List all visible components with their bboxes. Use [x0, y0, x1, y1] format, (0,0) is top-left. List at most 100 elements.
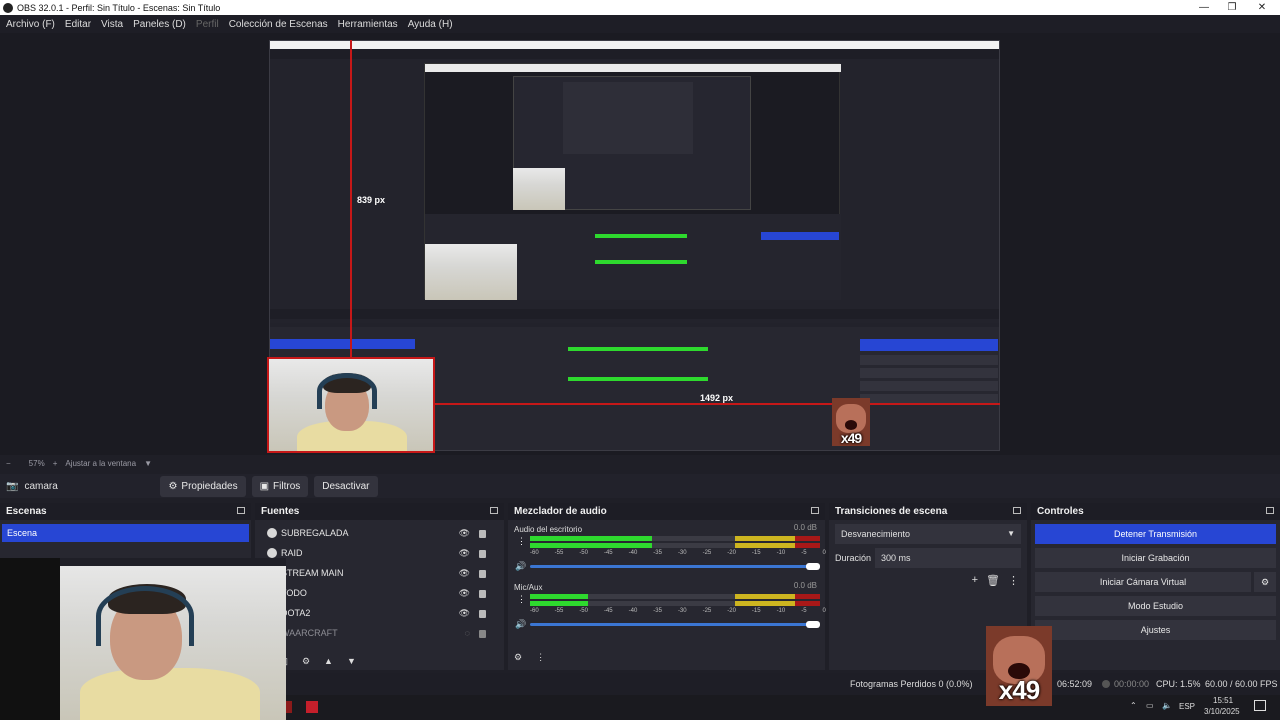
deactivate-label: Desactivar: [322, 480, 370, 492]
network-icon[interactable]: ▭: [1146, 701, 1154, 710]
menu-herramientas[interactable]: Herramientas: [338, 19, 398, 30]
properties-button[interactable]: ⚙ Propiedades: [160, 475, 246, 497]
source-item-todo[interactable]: TODO 👁: [255, 583, 504, 603]
source-item-raid[interactable]: RAID 👁: [255, 543, 504, 563]
chevron-up-icon[interactable]: ▲: [324, 656, 333, 666]
channel-menu-icon[interactable]: ⋮: [517, 536, 526, 547]
menu-editar[interactable]: Editar: [65, 19, 91, 30]
lock-icon[interactable]: [479, 630, 486, 638]
undock-icon[interactable]: [811, 507, 819, 514]
eye-icon[interactable]: 👁: [459, 528, 470, 539]
channel-name: Mic/Aux: [514, 583, 543, 592]
record-icon: [1102, 680, 1110, 688]
nested-preview: [424, 63, 841, 300]
menu-vista[interactable]: Vista: [101, 19, 123, 30]
menu-ayuda[interactable]: Ayuda (H): [408, 19, 453, 30]
clock-time[interactable]: 15:51: [1213, 696, 1233, 705]
eye-icon[interactable]: 👁: [459, 608, 470, 619]
lock-icon[interactable]: [479, 550, 486, 558]
duration-row: Duración 300 ms: [835, 548, 1021, 568]
taskbar-app-icon[interactable]: [306, 701, 318, 713]
volume-slider-handle[interactable]: [806, 621, 820, 628]
controls-dock-title: Controles: [1031, 503, 1280, 520]
mixer-dock-title: Mezclador de audio: [508, 503, 825, 520]
eye-icon[interactable]: 👁: [459, 568, 470, 579]
gear-icon[interactable]: ⚙: [302, 656, 310, 667]
start-virtual-cam-button[interactable]: Iniciar Cámara Virtual: [1035, 572, 1251, 592]
mixer-menu-icon[interactable]: ⋮: [536, 652, 545, 663]
restore-icon[interactable]: ❐: [1216, 0, 1248, 15]
close-icon[interactable]: ✕: [1246, 0, 1278, 15]
speaker-icon[interactable]: 🔊: [515, 561, 526, 572]
tray-chevron-icon[interactable]: ⌃: [1130, 701, 1137, 710]
studio-mode-button[interactable]: Modo Estudio: [1035, 596, 1276, 616]
menu-icon[interactable]: ⋮: [1008, 574, 1019, 587]
duration-input[interactable]: 300 ms: [875, 548, 1021, 568]
preview-camera-source[interactable]: [267, 357, 435, 453]
controls-dock: Controles Detener Transmisión Iniciar Gr…: [1031, 503, 1280, 670]
menu-coleccion-escenas[interactable]: Colección de Escenas: [229, 19, 328, 30]
settings-button[interactable]: Ajustes: [1035, 620, 1276, 640]
nested-title-bar: [270, 41, 999, 49]
chevron-down-icon: ▼: [1007, 529, 1015, 538]
obs-app-icon: [3, 2, 13, 13]
zoom-in-button[interactable]: +: [53, 459, 58, 468]
eye-icon[interactable]: 👁: [459, 588, 470, 599]
source-label: SUBREGALADA: [281, 528, 349, 538]
filters-button[interactable]: ▣ Filtros: [251, 475, 309, 497]
volume-slider[interactable]: [530, 565, 820, 568]
undock-icon[interactable]: [1013, 507, 1021, 514]
source-item-dota2[interactable]: DOTA2 👁: [255, 603, 504, 623]
rec-time: 00:00:00: [1114, 679, 1150, 689]
menu-archivo[interactable]: Archivo (F): [6, 19, 55, 30]
language-indicator[interactable]: ESP: [1179, 702, 1195, 711]
menu-paneles[interactable]: Paneles (D): [133, 19, 186, 30]
sources-toolbar: ▯ ⚙ ▲ ▼: [255, 652, 504, 670]
source-item-subregalada[interactable]: SUBREGALADA 👁: [255, 523, 504, 543]
source-label: WAARCRAFT: [281, 628, 338, 638]
transition-select[interactable]: Desvanecimiento ▼: [835, 524, 1021, 544]
channel-menu-icon[interactable]: ⋮: [517, 594, 526, 605]
eye-hidden-icon[interactable]: ◌: [465, 628, 470, 638]
lock-icon[interactable]: [479, 530, 486, 538]
transitions-dock-title: Transiciones de escena: [829, 503, 1027, 520]
lock-icon[interactable]: [479, 570, 486, 578]
scene-item[interactable]: Escena: [2, 524, 249, 542]
volume-icon[interactable]: 🔈: [1162, 701, 1172, 710]
undock-icon[interactable]: [490, 507, 498, 514]
clock-date[interactable]: 3/10/2025: [1204, 707, 1240, 716]
menu-perfil[interactable]: Perfil: [196, 19, 219, 30]
undock-icon[interactable]: [1266, 507, 1274, 514]
volume-slider[interactable]: [530, 623, 820, 626]
sources-dock: Fuentes SUBREGALADA 👁 RAID 👁 STREAM MAIN…: [255, 503, 504, 670]
add-icon[interactable]: +: [972, 574, 978, 587]
level-meter: [530, 601, 820, 606]
source-item-waarcraft[interactable]: WAARCRAFT ◌: [255, 623, 504, 643]
mixer-channel-mic: Mic/Aux 0.0 dB ⋮ -60 -55 -50 -45 -40 -35 -30 -2…: [508, 578, 826, 636]
speaker-icon[interactable]: 🔊: [515, 619, 526, 630]
lock-icon[interactable]: [479, 590, 486, 598]
measure-horizontal-label: 1492 px: [700, 393, 734, 403]
chevron-down-icon[interactable]: ▼: [347, 656, 356, 666]
undock-icon[interactable]: [237, 507, 245, 514]
camera-icon: 📷: [6, 480, 19, 492]
zoom-out-button[interactable]: −: [6, 459, 11, 468]
volume-slider-handle[interactable]: [806, 563, 820, 570]
source-item-stream-main[interactable]: STREAM MAIN 👁: [255, 563, 504, 583]
deactivate-button[interactable]: Desactivar: [314, 475, 378, 497]
scenes-dock-title: Escenas: [0, 503, 251, 520]
eye-icon[interactable]: 👁: [459, 548, 470, 559]
chevron-down-icon[interactable]: ▼: [144, 459, 152, 468]
properties-label: Propiedades: [181, 480, 238, 492]
lock-icon[interactable]: [479, 610, 486, 618]
stop-stream-button[interactable]: Detener Transmisión: [1035, 524, 1276, 544]
meter-ticks: -60 -55 -50 -45 -40 -35 -30 -25 -20 -15 -10 -5 0: [530, 608, 826, 614]
fit-window-label[interactable]: Ajustar a la ventana: [65, 459, 136, 468]
zoom-bar: − 57% + Ajustar a la ventana ▼: [0, 455, 1280, 471]
gear-icon[interactable]: ⚙: [1254, 572, 1276, 592]
duration-label: Duración: [835, 553, 872, 563]
notification-icon[interactable]: [1254, 700, 1266, 711]
mixer-settings-icon[interactable]: ⚙: [514, 652, 522, 663]
trash-icon[interactable]: 🗑: [986, 574, 1000, 587]
start-recording-button[interactable]: Iniciar Grabación: [1035, 548, 1276, 568]
